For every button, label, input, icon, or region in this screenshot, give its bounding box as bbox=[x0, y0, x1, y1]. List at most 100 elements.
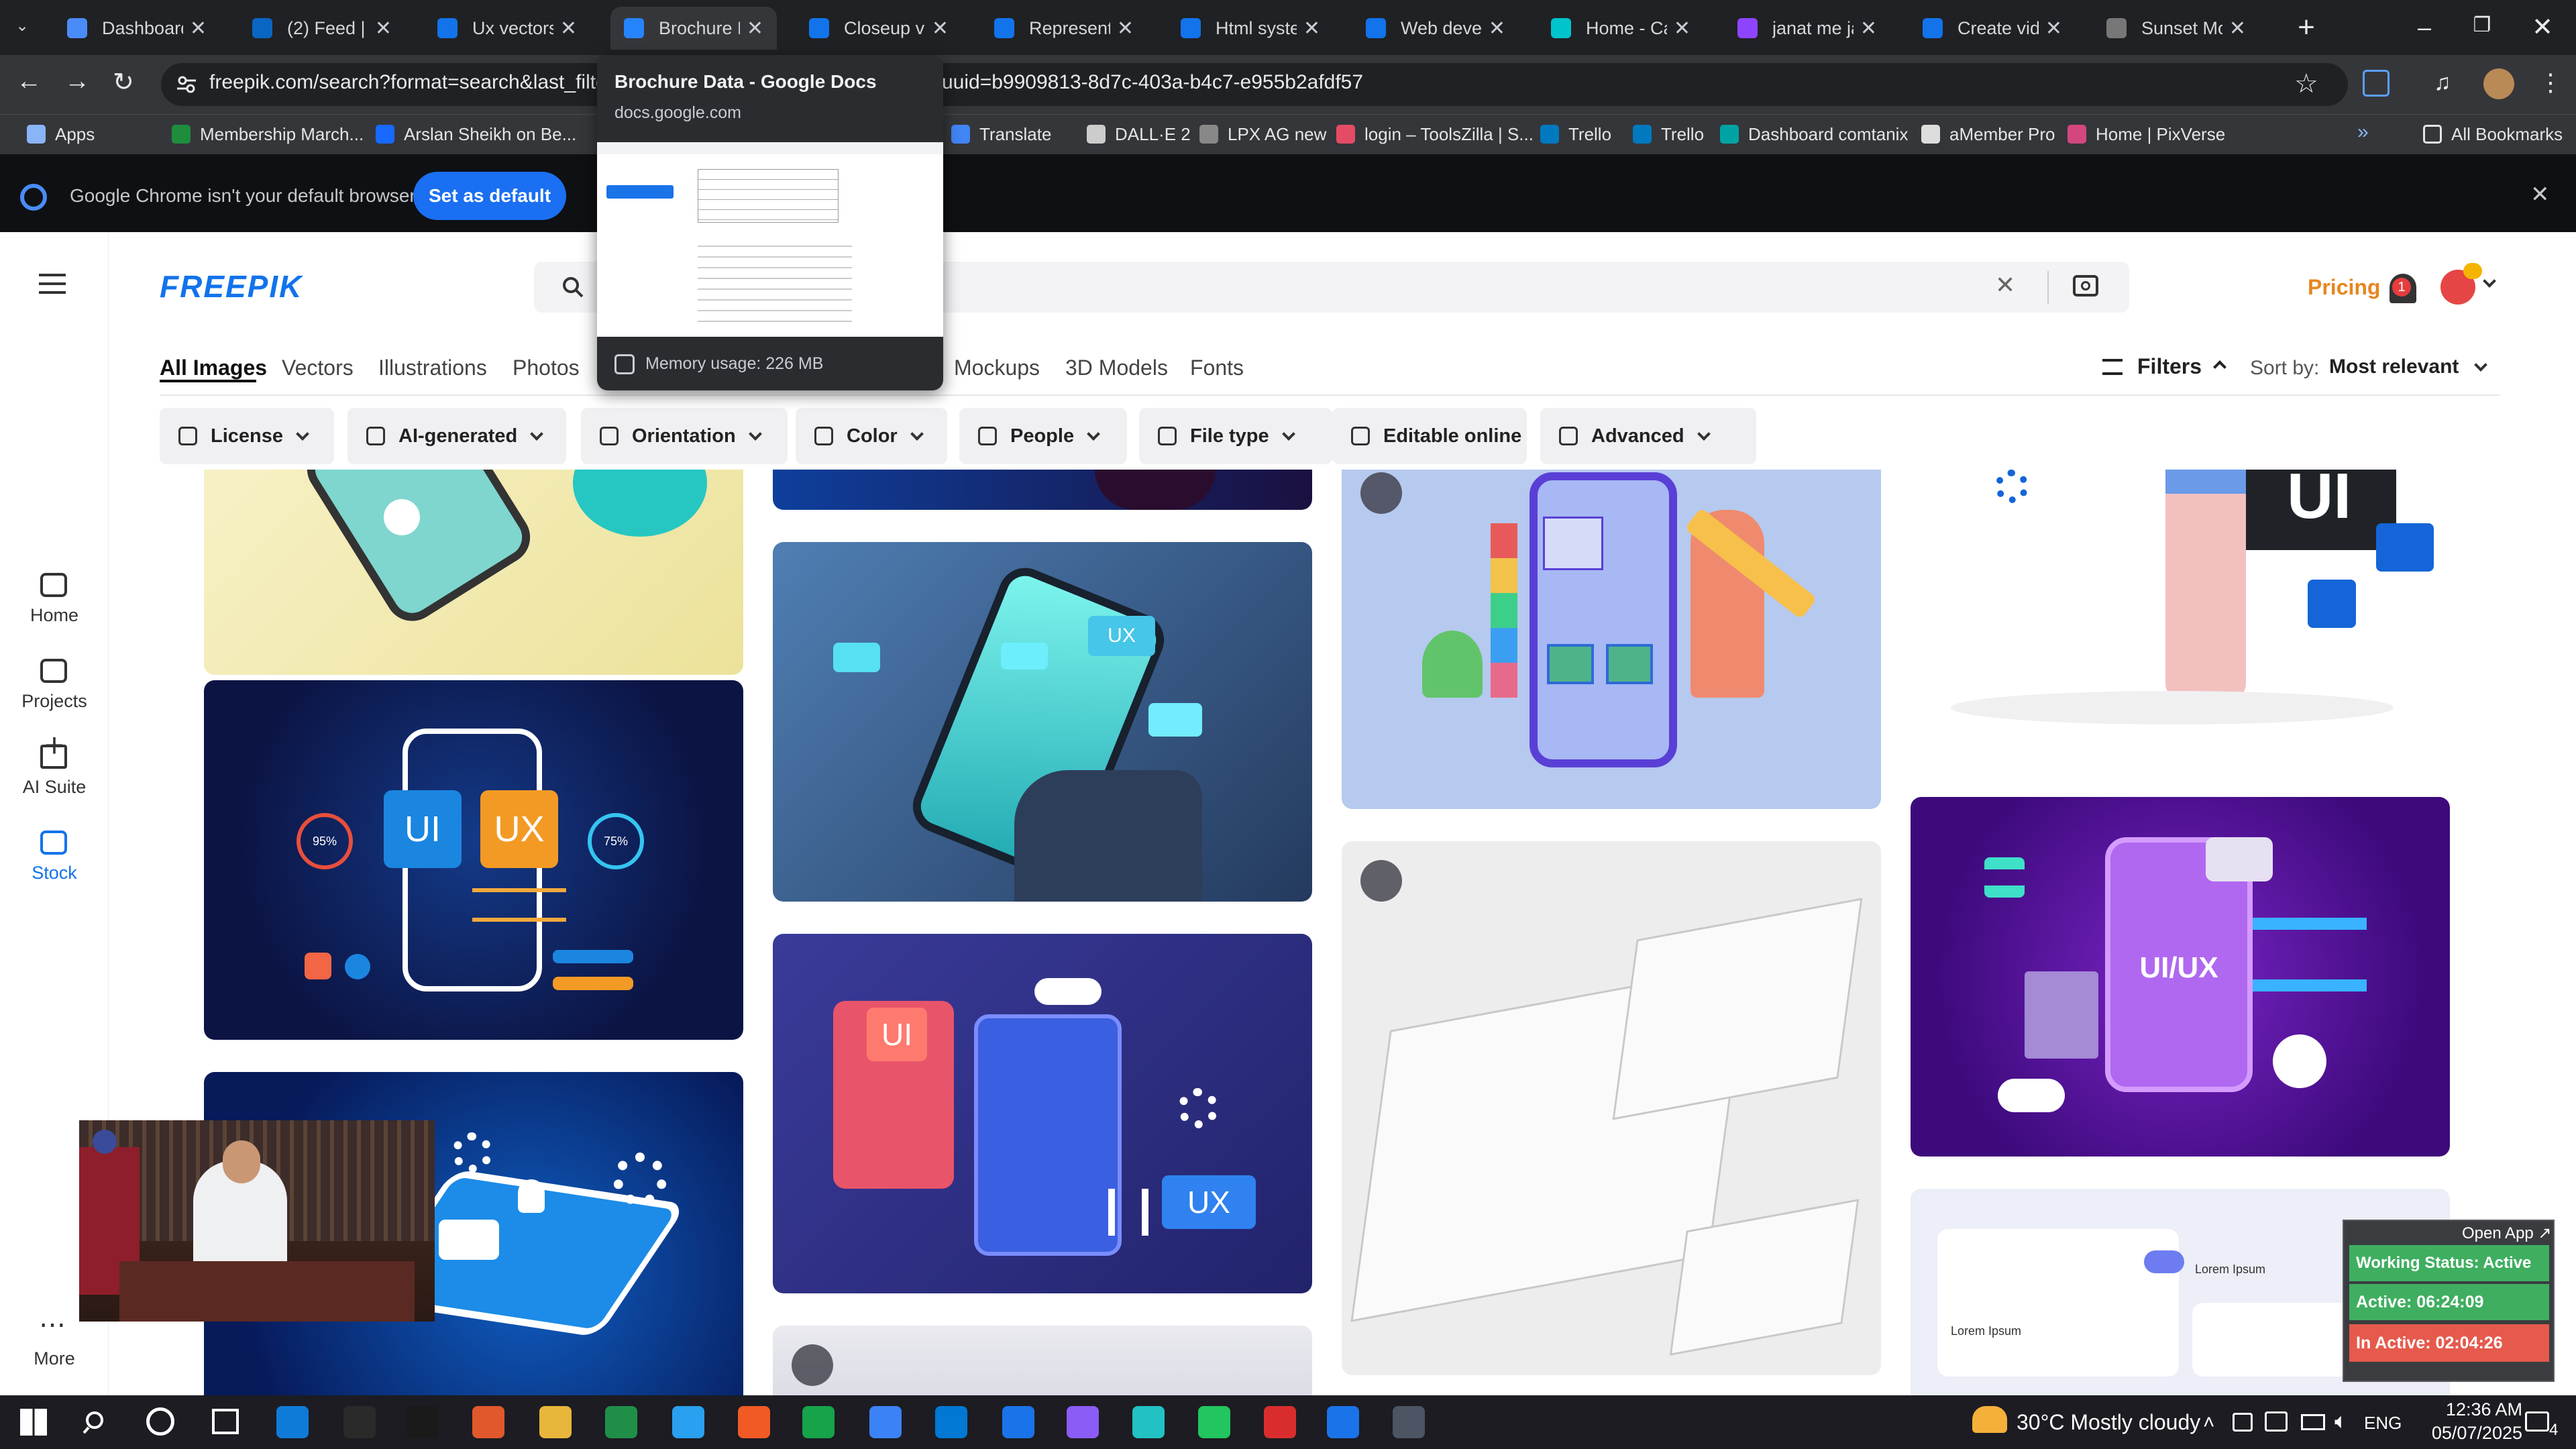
close-tab-icon[interactable]: ✕ bbox=[747, 17, 763, 40]
camera-search-icon[interactable] bbox=[2073, 275, 2098, 297]
premiere-icon[interactable] bbox=[1067, 1406, 1099, 1438]
site-info-icon[interactable] bbox=[176, 74, 197, 95]
app-badge-icon[interactable] bbox=[472, 1406, 504, 1438]
bookmark-item[interactable]: aMember Pro bbox=[1921, 121, 2055, 148]
taskbar-search-icon[interactable] bbox=[82, 1407, 111, 1437]
stock-icon[interactable] bbox=[40, 830, 67, 855]
extensions-icon[interactable] bbox=[2363, 70, 2390, 97]
browser-tab[interactable]: Create video ✕ bbox=[1909, 7, 2076, 50]
freepik-logo[interactable]: FREEPIK bbox=[160, 268, 303, 305]
filter-chip[interactable]: Color bbox=[796, 408, 947, 464]
category-tab[interactable]: Photos bbox=[513, 356, 580, 380]
browser-tab[interactable]: Web developer ✕ bbox=[1352, 7, 1519, 50]
close-tab-icon[interactable]: ✕ bbox=[932, 17, 949, 40]
filter-chip[interactable]: People bbox=[959, 408, 1127, 464]
filter-chip[interactable]: Editable online bbox=[1332, 408, 1527, 464]
acrobat-icon[interactable] bbox=[1264, 1406, 1296, 1438]
bookmark-star-icon[interactable]: ☆ bbox=[2294, 68, 2318, 99]
volume-icon[interactable]: 🔈︎ bbox=[2334, 1409, 2347, 1434]
tray-chevron-icon[interactable]: ˄ bbox=[2203, 1411, 2215, 1434]
green-app-icon[interactable] bbox=[802, 1406, 835, 1438]
bookmark-item[interactable]: Trello bbox=[1633, 121, 1704, 148]
browser-tab[interactable]: Home - Canva ✕ bbox=[1538, 7, 1704, 50]
language-indicator[interactable]: ENG bbox=[2364, 1413, 2402, 1434]
browser-tab[interactable]: Brochure Data - Google Docs ✕ bbox=[610, 7, 777, 50]
bookmark-item[interactable]: Home | PixVerse bbox=[2068, 121, 2225, 148]
filter-chip[interactable]: Orientation bbox=[581, 408, 788, 464]
result-card-ui-ux-purple[interactable]: UI UX bbox=[773, 934, 1312, 1293]
bookmark-item[interactable]: Membership March... bbox=[172, 121, 364, 148]
add-icon[interactable]: + bbox=[39, 726, 70, 765]
cortana-icon[interactable] bbox=[146, 1407, 174, 1436]
result-card-wireframe[interactable] bbox=[1342, 841, 1881, 1375]
category-tab[interactable]: All Images bbox=[160, 356, 267, 380]
terminal-icon[interactable] bbox=[407, 1406, 439, 1438]
new-tab-button[interactable]: + bbox=[2288, 9, 2325, 47]
sidebar-item-more[interactable]: More bbox=[0, 1348, 109, 1369]
filters-toggle[interactable]: Filters bbox=[2102, 354, 2226, 379]
projects-icon[interactable] bbox=[40, 659, 67, 683]
notification-center-icon[interactable] bbox=[2525, 1411, 2549, 1432]
category-tab[interactable]: Fonts bbox=[1190, 356, 1244, 380]
restore-button[interactable]: ❐ bbox=[2455, 13, 2509, 40]
category-tab[interactable]: Vectors bbox=[282, 356, 354, 380]
bookmark-item[interactable]: Apps bbox=[27, 121, 95, 148]
result-card-ui-ux-dark[interactable]: UI UX 95% 75% bbox=[204, 680, 743, 1040]
start-button-icon[interactable] bbox=[20, 1409, 47, 1436]
result-card-phone-yellow[interactable] bbox=[204, 470, 743, 675]
task-view-icon[interactable] bbox=[212, 1409, 239, 1434]
profile-avatar[interactable] bbox=[2483, 68, 2514, 99]
chrome-icon[interactable] bbox=[869, 1406, 902, 1438]
bookmark-item[interactable]: Trello bbox=[1540, 121, 1611, 148]
browser-tab[interactable]: Html system ✕ bbox=[1167, 7, 1334, 50]
meet-now-icon[interactable] bbox=[2233, 1413, 2253, 1432]
close-tab-icon[interactable]: ✕ bbox=[1303, 17, 1320, 40]
sidebar-item-home[interactable]: Home bbox=[0, 605, 109, 626]
sidebar-item-projects[interactable]: Projects bbox=[0, 691, 109, 712]
set-as-default-button[interactable]: Set as default bbox=[413, 172, 566, 220]
filter-chip[interactable]: AI-generated bbox=[347, 408, 566, 464]
browser-tab[interactable]: Representation ✕ bbox=[981, 7, 1147, 50]
close-tab-icon[interactable]: ✕ bbox=[2045, 17, 2062, 40]
browser-tab[interactable]: (2) Feed | LinkedIn ✕ bbox=[239, 7, 405, 50]
media-player-icon[interactable] bbox=[1393, 1406, 1425, 1438]
result-card-designer-phone[interactable] bbox=[1342, 470, 1881, 809]
back-button[interactable]: ← bbox=[16, 67, 48, 99]
edge-icon[interactable] bbox=[276, 1406, 309, 1438]
browser-tab[interactable]: Sunset Mosque ✕ bbox=[2093, 7, 2259, 50]
file-explorer-icon[interactable] bbox=[539, 1406, 572, 1438]
calculator-icon[interactable] bbox=[1327, 1406, 1359, 1438]
floating-video-player[interactable] bbox=[79, 1120, 435, 1322]
bookmark-item[interactable]: Translate bbox=[951, 121, 1051, 148]
browser-tab[interactable]: Dashboard ✕ bbox=[54, 7, 220, 50]
media-control-icon[interactable]: ♫ bbox=[2434, 70, 2451, 96]
bookmark-item[interactable]: Dashboard comtanix bbox=[1720, 121, 1908, 148]
illustrator-icon[interactable] bbox=[738, 1406, 770, 1438]
weather-icon[interactable] bbox=[1972, 1406, 2007, 1433]
filter-chip[interactable]: License bbox=[160, 408, 334, 464]
infobar-close-icon[interactable]: ✕ bbox=[2530, 181, 2550, 208]
home-icon[interactable] bbox=[40, 573, 67, 597]
photoshop-icon[interactable] bbox=[672, 1406, 704, 1438]
result-card-ui-legs[interactable]: UI bbox=[1911, 470, 2450, 731]
minimize-button[interactable]: – bbox=[2398, 13, 2451, 41]
bookmarks-overflow-icon[interactable]: » bbox=[2357, 121, 2369, 144]
close-tab-icon[interactable]: ✕ bbox=[1117, 17, 1134, 40]
hamburger-menu-icon[interactable] bbox=[39, 274, 66, 294]
vscode-icon[interactable] bbox=[935, 1406, 967, 1438]
category-tab[interactable]: Illustrations bbox=[378, 356, 487, 380]
weather-widget[interactable]: 30°C Mostly cloudy bbox=[2017, 1410, 2200, 1435]
green-app-icon[interactable] bbox=[1198, 1406, 1230, 1438]
bookmark-item[interactable]: DALL·E 2 bbox=[1087, 121, 1191, 148]
more-dots-icon[interactable]: ⋯ bbox=[39, 1309, 66, 1340]
tab-search-button[interactable]: ⌄ bbox=[9, 16, 35, 42]
browser-tab[interactable]: janat me jane ✕ bbox=[1724, 7, 1890, 50]
result-card-hand-phone[interactable]: UX bbox=[773, 542, 1312, 902]
reload-button[interactable]: ↻ bbox=[113, 67, 145, 99]
pricing-link[interactable]: Pricing bbox=[2308, 275, 2380, 300]
network-icon[interactable] bbox=[2301, 1414, 2325, 1430]
category-tab[interactable]: 3D Models bbox=[1065, 356, 1168, 380]
close-tab-icon[interactable]: ✕ bbox=[2229, 17, 2246, 40]
forward-button[interactable]: → bbox=[64, 67, 97, 99]
result-card-bottom-2[interactable] bbox=[773, 1326, 1312, 1395]
